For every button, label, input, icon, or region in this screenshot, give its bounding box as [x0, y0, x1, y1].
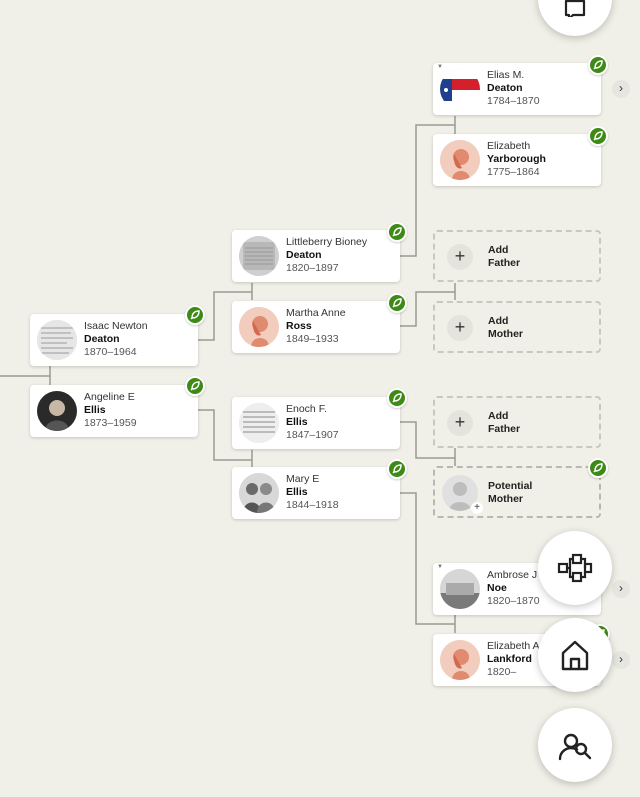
leaf-hint-icon[interactable]: [588, 55, 608, 75]
plus-icon: +: [447, 244, 473, 270]
person-card-enoch-ellis[interactable]: Enoch F. Ellis 1847–1907: [232, 397, 400, 449]
female-silhouette-avatar: [239, 307, 279, 347]
add-label-line1: Add: [488, 410, 509, 422]
given-name: Littleberry Bioney: [286, 236, 368, 248]
surname: Noe: [487, 582, 507, 594]
person-card-isaac-deaton[interactable]: Isaac Newton Deaton 1870–1964: [30, 314, 198, 366]
add-label-line1: Potential: [488, 480, 533, 492]
person-photo: [239, 473, 279, 513]
lineage-marker-icon: ▼: [437, 64, 443, 70]
leaf-hint-icon[interactable]: [387, 293, 407, 313]
surname: Lankford: [487, 653, 532, 665]
leaf-hint-icon[interactable]: [185, 376, 205, 396]
surname: Deaton: [84, 333, 120, 345]
person-card-martha-ross[interactable]: Martha Anne Ross 1849–1933: [232, 301, 400, 353]
person-photo: [239, 236, 279, 276]
surname: Ross: [286, 320, 312, 332]
add-label-line2: Father: [488, 257, 521, 269]
life-dates: 1870–1964: [84, 346, 137, 358]
given-name: Martha Anne: [286, 307, 346, 319]
add-label-line2: Father: [488, 423, 521, 435]
surname: Yarborough: [487, 153, 546, 165]
person-photo: [37, 320, 77, 360]
leaf-hint-icon[interactable]: [387, 222, 407, 242]
add-father-slot[interactable]: + Add Father: [433, 396, 601, 448]
search-person-button[interactable]: [538, 708, 612, 782]
given-name: Isaac Newton: [84, 320, 148, 332]
potential-mother-slot[interactable]: + Potential Mother: [433, 466, 601, 518]
plus-icon: +: [447, 315, 473, 341]
expand-ancestors-button[interactable]: ›: [612, 651, 630, 669]
given-name: Elias M.: [487, 69, 525, 81]
life-dates: 1775–1864: [487, 166, 540, 178]
home-button[interactable]: [538, 618, 612, 692]
leaf-hint-icon[interactable]: [588, 126, 608, 146]
given-name: Elizabeth A: [487, 640, 540, 652]
flag-image: [440, 69, 480, 109]
add-label-line1: Add: [488, 244, 509, 256]
lineage-marker-icon: ▼: [437, 564, 443, 570]
add-label-line2: Mother: [488, 493, 523, 505]
person-card-elias-deaton[interactable]: Elias M. Deaton 1784–1870: [433, 63, 601, 115]
tree-view-button[interactable]: [538, 531, 612, 605]
life-dates: 1784–1870: [487, 95, 540, 107]
life-dates: 1847–1907: [286, 429, 339, 441]
given-name: Elizabeth: [487, 140, 531, 152]
surname: Deaton: [286, 249, 322, 261]
leaf-hint-icon[interactable]: [588, 458, 608, 478]
given-name: Ambrose J: [487, 569, 538, 581]
add-label-line2: Mother: [488, 328, 523, 340]
surname: Ellis: [286, 416, 308, 428]
expand-ancestors-button[interactable]: ›: [612, 80, 630, 98]
add-father-slot[interactable]: + Add Father: [433, 230, 601, 282]
person-photo: [440, 569, 480, 609]
person-photo: [239, 403, 279, 443]
leaf-hint-icon[interactable]: [387, 388, 407, 408]
life-dates: 1820–: [487, 666, 517, 678]
person-card-littleberry-deaton[interactable]: Littleberry Bioney Deaton 1820–1897: [232, 230, 400, 282]
person-card-elizabeth-yarborough[interactable]: Elizabeth Yarborough 1775–1864: [433, 134, 601, 186]
life-dates: 1820–1870: [487, 595, 540, 607]
given-name: Enoch F.: [286, 403, 327, 415]
person-card-mary-ellis[interactable]: Mary E Ellis 1844–1918: [232, 467, 400, 519]
leaf-hint-icon[interactable]: [185, 305, 205, 325]
person-photo: [37, 391, 77, 431]
expand-ancestors-button[interactable]: ›: [612, 580, 630, 598]
surname: Ellis: [84, 404, 106, 416]
given-name: Mary E: [286, 473, 320, 485]
add-mother-slot[interactable]: + Add Mother: [433, 301, 601, 353]
plus-icon: +: [471, 502, 483, 514]
surname: Ellis: [286, 486, 308, 498]
female-silhouette-avatar: [440, 640, 480, 680]
life-dates: 1873–1959: [84, 417, 137, 429]
life-dates: 1844–1918: [286, 499, 339, 511]
add-label-line1: Add: [488, 315, 509, 327]
person-photo: [440, 69, 480, 109]
plus-icon: +: [447, 410, 473, 436]
life-dates: 1820–1897: [286, 262, 339, 274]
person-card-angeline-ellis[interactable]: Angeline E Ellis 1873–1959: [30, 385, 198, 437]
surname: Deaton: [487, 82, 523, 94]
female-silhouette-avatar: [440, 140, 480, 180]
given-name: Angeline E: [84, 391, 135, 403]
leaf-hint-icon[interactable]: [387, 459, 407, 479]
life-dates: 1849–1933: [286, 333, 339, 345]
